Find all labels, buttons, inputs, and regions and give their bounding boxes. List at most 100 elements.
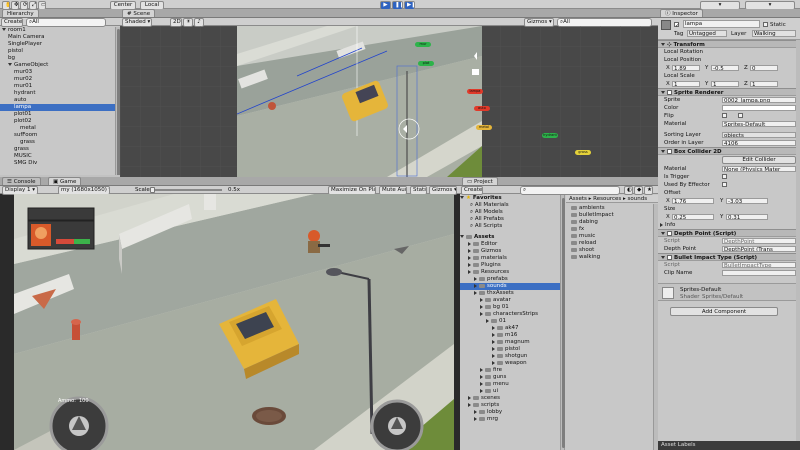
chevron-right-icon[interactable] xyxy=(486,318,489,323)
chevron-right-icon[interactable] xyxy=(468,241,471,246)
project-folder[interactable]: m16 xyxy=(460,332,560,339)
project-folder[interactable]: Editor xyxy=(460,241,560,248)
sprite-renderer-enabled-checkbox[interactable] xyxy=(667,90,672,95)
project-folder[interactable]: thxAssets xyxy=(460,290,560,297)
hierarchy-item[interactable]: grass xyxy=(0,146,120,153)
tab-scene[interactable]: # Scene xyxy=(122,9,156,17)
chevron-right-icon[interactable] xyxy=(480,304,483,309)
offset-y-field[interactable]: -3.03 xyxy=(726,198,768,204)
bullet-impact-header[interactable]: Bullet Impact Type (Script) xyxy=(658,253,800,261)
scale-y-field[interactable]: 1 xyxy=(711,81,739,87)
offset-x-field[interactable]: 1.76 xyxy=(672,198,714,204)
breadcrumb-sounds[interactable]: sounds xyxy=(628,196,648,202)
material-field[interactable]: Sprites-Default xyxy=(722,121,796,127)
favorite-item[interactable]: ⌕ All Prefabs xyxy=(460,216,560,223)
add-component-button[interactable]: Add Component xyxy=(670,307,778,316)
project-asset-folder[interactable]: ambients xyxy=(571,205,658,212)
tab-project[interactable]: ▭ Project xyxy=(462,177,498,185)
hierarchy-item[interactable]: sufFoom xyxy=(0,132,120,139)
depth-point-enabled-checkbox[interactable] xyxy=(667,231,672,236)
hierarchy-item[interactable]: GameObject xyxy=(0,62,120,69)
order-in-layer-field[interactable]: 4106 xyxy=(722,140,796,146)
favorites-header[interactable]: ★ Favorites xyxy=(460,195,560,202)
size-x-field[interactable]: 0.25 xyxy=(672,214,714,220)
asset-labels-bar[interactable]: Asset Labels xyxy=(658,441,800,450)
is-trigger-checkbox[interactable] xyxy=(722,174,727,179)
hierarchy-item[interactable]: hydrant xyxy=(0,90,120,97)
chevron-right-icon[interactable] xyxy=(474,290,477,295)
tab-console[interactable]: ☰ Console xyxy=(2,177,41,185)
project-folder[interactable]: ui xyxy=(460,388,560,395)
chevron-right-icon[interactable] xyxy=(492,346,495,351)
chevron-right-icon[interactable] xyxy=(492,339,495,344)
chevron-down-icon[interactable] xyxy=(2,28,6,31)
chevron-right-icon[interactable] xyxy=(468,262,471,267)
static-checkbox[interactable] xyxy=(763,22,768,27)
active-checkbox[interactable]: ✓ xyxy=(674,22,680,29)
project-folder[interactable]: guns xyxy=(460,374,560,381)
favorite-button[interactable]: ★ xyxy=(644,186,653,195)
scale-z-field[interactable]: 1 xyxy=(750,81,778,87)
hierarchy-item[interactable]: room1 xyxy=(0,27,120,34)
hierarchy-item[interactable]: bg xyxy=(0,55,120,62)
project-folder[interactable]: mrg xyxy=(460,416,560,423)
depth-script-field[interactable]: DepthPoint xyxy=(722,238,796,244)
chevron-right-icon[interactable] xyxy=(474,409,477,414)
project-folder[interactable]: ak47 xyxy=(460,325,560,332)
hierarchy-item[interactable]: mur01 xyxy=(0,83,120,90)
project-asset-folder[interactable]: music xyxy=(571,233,658,240)
chevron-right-icon[interactable] xyxy=(468,402,471,407)
scene-object-label[interactable]: auto xyxy=(474,106,490,111)
chevron-right-icon[interactable] xyxy=(474,276,477,281)
scene-object-label[interactable]: hydrant xyxy=(542,133,558,138)
tag-dropdown[interactable]: Untagged xyxy=(687,30,727,37)
filter-label-button[interactable]: ◆ xyxy=(634,186,643,195)
project-folder[interactable]: magnum xyxy=(460,339,560,346)
hierarchy-item[interactable]: grass xyxy=(0,139,120,146)
project-folder[interactable]: Plugins xyxy=(460,262,560,269)
project-folder[interactable]: pistol xyxy=(460,346,560,353)
hierarchy-item[interactable]: plot02 xyxy=(0,118,120,125)
position-x-field[interactable]: 1.89 xyxy=(672,65,700,71)
chevron-right-icon[interactable] xyxy=(480,297,483,302)
joystick-right[interactable] xyxy=(370,399,424,450)
scene-viewport[interactable] xyxy=(237,26,482,177)
layer-dropdown[interactable]: Walking xyxy=(752,30,796,37)
depth-point-header[interactable]: Depth Point (Script) xyxy=(658,229,800,237)
project-folder[interactable]: charactersStrips xyxy=(460,311,560,318)
chevron-right-icon[interactable] xyxy=(480,311,483,316)
project-folder[interactable]: scripts xyxy=(460,402,560,409)
flip-x-checkbox[interactable] xyxy=(722,113,727,118)
favorite-item[interactable]: ⌕ All Scripts xyxy=(460,223,560,230)
used-by-effector-checkbox[interactable] xyxy=(722,182,727,187)
flip-y-checkbox[interactable] xyxy=(738,113,743,118)
breadcrumb-resources[interactable]: Resources xyxy=(593,196,621,202)
scene-object-label[interactable]: lampa xyxy=(467,89,483,94)
hierarchy-item[interactable]: auto xyxy=(0,97,120,104)
chevron-right-icon[interactable] xyxy=(468,269,471,274)
edit-collider-button[interactable]: Edit Collider xyxy=(722,156,796,164)
bullet-impact-enabled-checkbox[interactable] xyxy=(667,255,672,260)
scene-object-label[interactable]: metal xyxy=(476,125,492,130)
chevron-right-icon[interactable] xyxy=(480,388,483,393)
project-asset-folder[interactable]: reload xyxy=(571,240,658,247)
scale-slider[interactable] xyxy=(150,187,222,193)
chevron-right-icon[interactable] xyxy=(468,395,471,400)
project-folder[interactable]: bg 01 xyxy=(460,304,560,311)
object-name-field[interactable]: lampa xyxy=(683,20,760,28)
hierarchy-item[interactable]: SMG Div xyxy=(0,160,120,167)
bullet-script-field[interactable]: BulletImpactType xyxy=(722,262,796,268)
breadcrumb-assets[interactable]: Assets xyxy=(569,196,587,202)
filter-type-button[interactable]: ◐ xyxy=(624,186,633,195)
game-viewport[interactable] xyxy=(14,194,454,450)
collider-material-field[interactable]: None (Physics Mater xyxy=(722,166,796,172)
inspector-scrollbar[interactable] xyxy=(796,40,800,441)
chevron-right-icon[interactable] xyxy=(492,332,495,337)
sorting-layer-dropdown[interactable]: objects xyxy=(722,132,796,138)
assets-header[interactable]: Assets xyxy=(460,234,560,241)
chevron-right-icon[interactable] xyxy=(480,381,483,386)
clip-name-field[interactable] xyxy=(722,270,796,276)
sprite-renderer-header[interactable]: Sprite Renderer xyxy=(658,88,800,96)
project-create-button[interactable]: Create ▾ xyxy=(461,186,483,195)
chevron-right-icon[interactable] xyxy=(492,360,495,365)
